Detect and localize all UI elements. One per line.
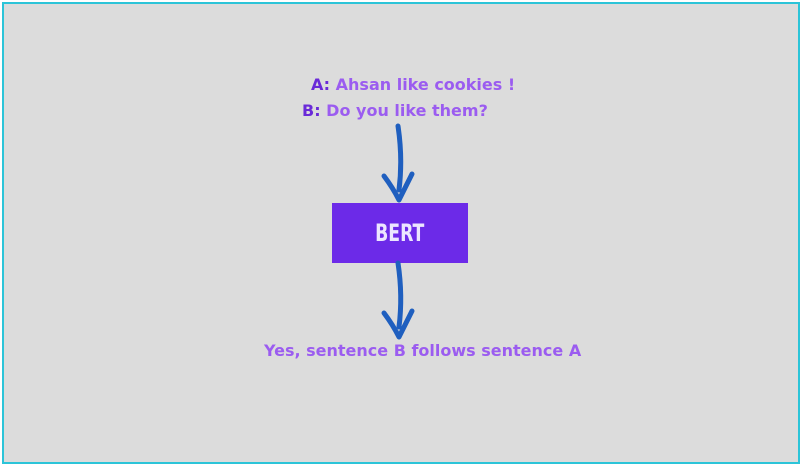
down-arrow-icon-top <box>381 123 415 203</box>
down-arrow-icon-bottom <box>381 260 415 340</box>
sentence-a-tag: A: <box>311 75 331 94</box>
bert-label: BERT <box>375 219 425 247</box>
sentence-a-text: Ahsan like cookies ! <box>335 75 516 94</box>
bert-model-box: BERT <box>332 203 468 263</box>
sentence-b: B: Do you like them? <box>302 101 488 121</box>
prediction-result: Yes, sentence B follows sentence A <box>264 341 582 360</box>
sentence-b-tag: B: <box>302 101 321 120</box>
sentence-b-text: Do you like them? <box>326 101 488 120</box>
sentence-a: A: Ahsan like cookies ! <box>311 75 515 95</box>
